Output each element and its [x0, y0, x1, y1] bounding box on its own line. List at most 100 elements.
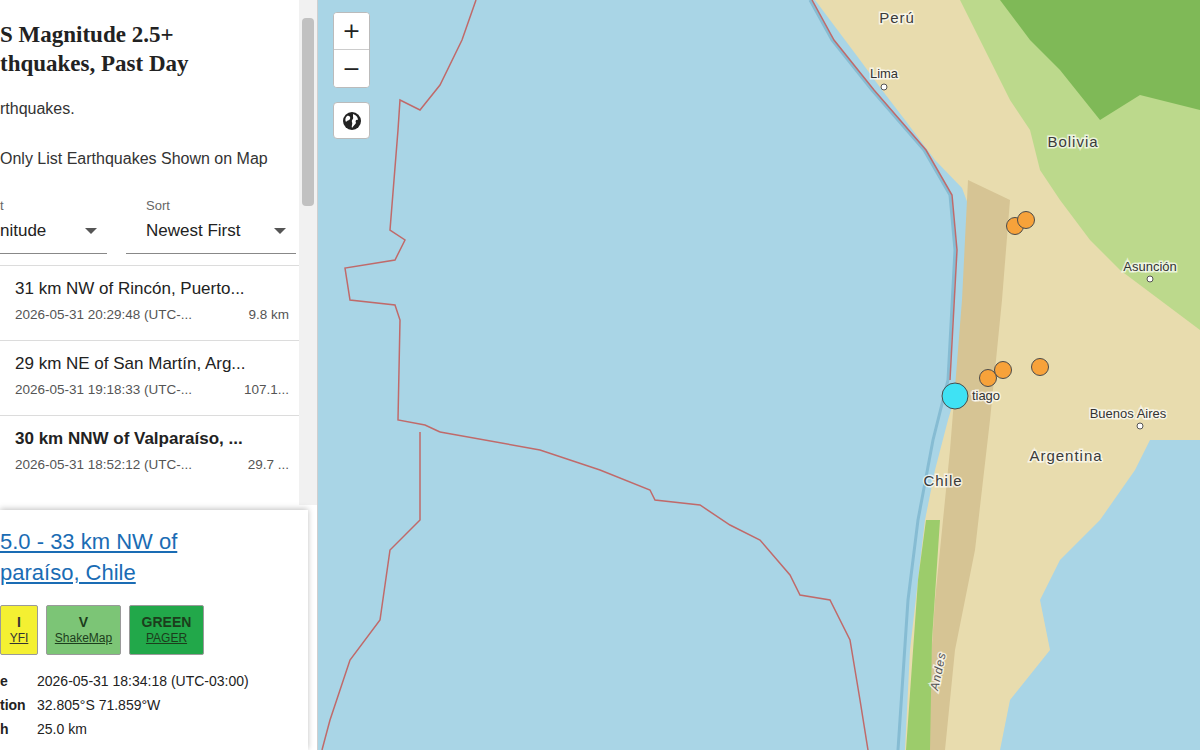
map[interactable]: Perú Lima Bolivia Asunción Buenos Aires Argen…: [318, 0, 1200, 750]
map-label: Argentina: [1029, 447, 1102, 464]
list-content: S Magnitude 2.5+thquakes, Past Day rthqua…: [0, 0, 299, 505]
earthquake-time: 2026-05-31 20:29:48 (UTC-...: [15, 306, 192, 324]
map-label: tiago: [972, 388, 1000, 403]
event-detail-row: tion32.805°S 71.859°W: [0, 693, 308, 717]
event-title-link[interactable]: 5.0 - 33 km NW of: [0, 526, 308, 557]
earthquake-place: 29 km NE of San Martín, Arg...: [15, 353, 289, 375]
panel-title-line: S Magnitude 2.5+: [0, 20, 299, 49]
event-detail-card: 5.0 - 33 km NW ofparaíso, ChileIYFIVShak…: [0, 510, 308, 750]
detail-label: h: [0, 721, 37, 737]
plate-boundary: [812, 0, 957, 380]
map-label-text: Lima: [870, 66, 899, 81]
zoom-control: +−: [333, 12, 370, 88]
earthquake-meta: 2026-05-31 19:18:33 (UTC-... 107.1...: [15, 381, 289, 399]
event-title-link[interactable]: paraíso, Chile: [0, 557, 308, 588]
plate-boundary: [440, 432, 868, 750]
select-label: Sort: [126, 197, 286, 214]
plate-boundary: [322, 432, 420, 750]
dropdown-caret-icon: [274, 228, 286, 234]
list-select[interactable]: t nitude: [0, 193, 107, 254]
earthquake-meta: 2026-05-31 20:29:48 (UTC-... 9.8 km: [15, 306, 289, 324]
map-label: Lima: [870, 66, 899, 90]
earthquake-place: 31 km NW of Rincón, Puerto...: [15, 278, 289, 300]
map-label: Asunción: [1123, 259, 1176, 282]
earthquake-meta: 2026-05-31 18:52:12 (UTC-... 29.7 ...: [15, 456, 289, 474]
globe-icon: [342, 111, 362, 131]
badge-value: V: [79, 614, 88, 631]
earthquake-depth: 29.7 ...: [248, 456, 289, 474]
panel-title-line: thquakes, Past Day: [0, 49, 299, 78]
earthquake-row[interactable]: 30 km NNW of Valparaíso, ... 2026-05-31 1…: [0, 415, 299, 490]
map-label: Buenos Aires: [1090, 406, 1167, 429]
earthquake-marker[interactable]: [995, 362, 1012, 379]
city-dot-icon: [881, 84, 887, 90]
list-options: t nitude Sort Newest First: [0, 193, 299, 254]
badge-value: I: [17, 614, 21, 631]
detail-value: 2026-05-31 18:34:18 (UTC-03:00): [37, 673, 308, 689]
earthquake-marker[interactable]: [942, 383, 968, 409]
event-badge[interactable]: GREENPAGER: [129, 605, 204, 655]
earthquake-row[interactable]: 29 km NE of San Martín, Arg... 2026-05-31…: [0, 340, 299, 415]
earthquake-marker[interactable]: [1032, 359, 1049, 376]
earthquake-marker[interactable]: [1018, 212, 1035, 229]
map-label-text: Bolivia: [1047, 133, 1098, 150]
earthquake-marker[interactable]: [980, 370, 997, 387]
event-badge[interactable]: IYFI: [0, 605, 38, 655]
forest-area: [1000, 0, 1200, 120]
zoom-in-button[interactable]: +: [334, 13, 369, 50]
earthquake-depth: 107.1...: [244, 381, 289, 399]
land-area: [815, 0, 1200, 750]
scrollbar-thumb[interactable]: [302, 18, 314, 206]
southern-chile-forest: [906, 520, 940, 750]
map-controls: +−: [333, 12, 370, 139]
list-select[interactable]: Sort Newest First: [126, 193, 296, 254]
earthquake-time: 2026-05-31 19:18:33 (UTC-...: [15, 381, 192, 399]
zoom-out-button[interactable]: −: [334, 50, 369, 87]
map-label-text: Chile: [923, 472, 962, 489]
map-filter-checkbox-label[interactable]: Only List Earthquakes Shown on Map: [0, 149, 299, 169]
city-dot-icon: [1147, 276, 1153, 282]
earthquake-list: 31 km NW of Rincón, Puerto... 2026-05-31 …: [0, 265, 299, 490]
event-detail-row: e2026-05-31 18:34:18 (UTC-03:00): [0, 669, 308, 693]
select-value-row: nitude: [0, 220, 97, 242]
map-label: Andes: [927, 651, 949, 693]
badge-name: ShakeMap: [55, 631, 112, 646]
list-scroll-area: S Magnitude 2.5+thquakes, Past Day rthqua…: [0, 0, 317, 505]
scrollbar[interactable]: [299, 0, 317, 505]
map-label: Perú: [879, 9, 915, 26]
badge-name: YFI: [10, 631, 29, 646]
earthquake-depth: 9.8 km: [249, 306, 290, 324]
map-label-text: Perú: [879, 9, 915, 26]
panel-title: S Magnitude 2.5+thquakes, Past Day: [0, 0, 299, 78]
city-dot-icon: [1137, 423, 1143, 429]
dropdown-caret-icon: [85, 228, 97, 234]
select-value-row: Newest First: [126, 220, 286, 242]
event-badges: IYFIVShakeMapGREENPAGER: [0, 605, 308, 655]
earthquake-time: 2026-05-31 18:52:12 (UTC-...: [15, 456, 192, 474]
earthquake-row[interactable]: 31 km NW of Rincón, Puerto... 2026-05-31 …: [0, 265, 299, 340]
earthquake-list-panel: S Magnitude 2.5+thquakes, Past Day rthqua…: [0, 0, 318, 750]
detail-label: tion: [0, 697, 37, 713]
earthquake-place: 30 km NNW of Valparaíso, ...: [15, 428, 289, 450]
map-label-text: tiago: [972, 388, 1000, 403]
basemap-button[interactable]: [333, 102, 370, 139]
select-value: nitude: [0, 220, 46, 242]
map-label: Bolivia: [1047, 133, 1098, 150]
select-label: t: [0, 197, 97, 214]
panel-subtitle: rthquakes.: [0, 99, 299, 119]
detail-label: e: [0, 673, 37, 689]
event-badge[interactable]: VShakeMap: [46, 605, 121, 655]
andes-range: [925, 180, 1010, 750]
ocean-trench: [810, 0, 955, 750]
map-label-text: Argentina: [1029, 447, 1102, 464]
app: S Magnitude 2.5+thquakes, Past Day rthqua…: [0, 0, 1200, 750]
select-value: Newest First: [146, 220, 240, 242]
badge-name: PAGER: [146, 631, 187, 646]
detail-value: 32.805°S 71.859°W: [37, 697, 308, 713]
badge-value: GREEN: [142, 614, 192, 631]
detail-value: 25.0 km: [37, 721, 308, 737]
map-label: Chile: [923, 472, 962, 489]
map-label-text: Andes: [927, 651, 949, 693]
map-label-text: Buenos Aires: [1090, 406, 1167, 421]
map-canvas[interactable]: Perú Lima Bolivia Asunción Buenos Aires Argen…: [318, 0, 1200, 750]
